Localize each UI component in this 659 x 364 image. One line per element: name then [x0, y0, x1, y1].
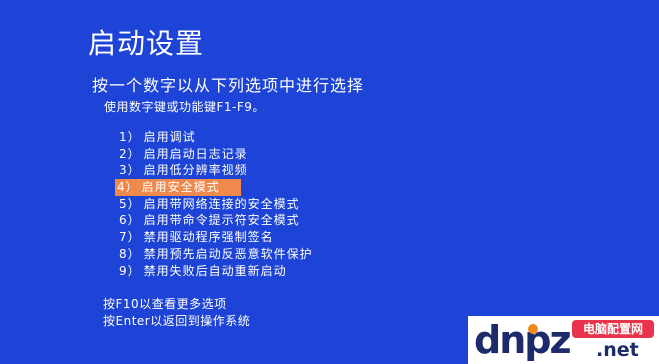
- instruction-text: 按一个数字以从下列选项中进行选择: [92, 76, 365, 95]
- option-number: 6）: [119, 213, 141, 228]
- option-disable-early-antimalware[interactable]: 8） 禁用预先启动反恶意软件保护: [115, 246, 313, 263]
- option-label: 启用安全模式: [141, 180, 220, 195]
- startup-options-list: 1） 启用调试 2） 启用启动日志记录 3） 启用低分辨率视频 4） 启用安全模式 5）…: [115, 129, 313, 279]
- option-label: 启用低分辨率视频: [143, 163, 248, 178]
- option-safe-mode[interactable]: 4） 启用安全模式: [115, 179, 241, 196]
- option-disable-driver-signature[interactable]: 7） 禁用驱动程序强制签名: [115, 229, 313, 246]
- watermark-dot-icon: [528, 324, 538, 334]
- option-debugging[interactable]: 1） 启用调试: [115, 129, 313, 146]
- option-number: 8）: [119, 246, 141, 261]
- option-label: 禁用驱动程序强制签名: [143, 230, 274, 245]
- return-to-os-hint: 按Enter以返回到操作系统: [103, 314, 251, 328]
- more-options-hint: 按F10以查看更多选项: [103, 297, 227, 311]
- option-safe-mode-networking[interactable]: 5） 启用带网络连接的安全模式: [115, 196, 313, 213]
- watermark-domain-suffix: .net: [596, 339, 639, 361]
- hint-text: 使用数字键或功能键F1-F9。: [104, 100, 265, 114]
- option-number: 9）: [119, 263, 141, 278]
- option-number: 1）: [119, 130, 141, 144]
- option-label: 启用启动日志记录: [143, 146, 248, 161]
- option-label: 禁用预先启动反恶意软件保护: [143, 246, 313, 261]
- site-watermark: dnpz 电脑配置网 .net: [468, 316, 659, 364]
- option-boot-logging[interactable]: 2） 启用启动日志记录: [115, 146, 313, 163]
- watermark-site-name: 电脑配置网: [572, 320, 654, 338]
- option-number: 3）: [119, 163, 141, 178]
- page-title: 启动设置: [88, 27, 205, 60]
- option-disable-auto-restart[interactable]: 9） 禁用失败后自动重新启动: [115, 263, 313, 280]
- option-number: 4）: [117, 180, 139, 195]
- option-safe-mode-command-prompt[interactable]: 6） 启用带命令提示符安全模式: [115, 212, 313, 229]
- option-label: 启用调试: [143, 130, 196, 144]
- option-number: 2）: [119, 146, 141, 161]
- option-label: 启用带网络连接的安全模式: [143, 196, 300, 211]
- option-number: 5）: [119, 196, 141, 211]
- watermark-logo-text: dnpz: [474, 318, 572, 362]
- option-low-resolution-video[interactable]: 3） 启用低分辨率视频: [115, 162, 313, 179]
- option-label: 启用带命令提示符安全模式: [143, 213, 300, 228]
- option-label: 禁用失败后自动重新启动: [143, 263, 287, 278]
- option-number: 7）: [119, 230, 141, 245]
